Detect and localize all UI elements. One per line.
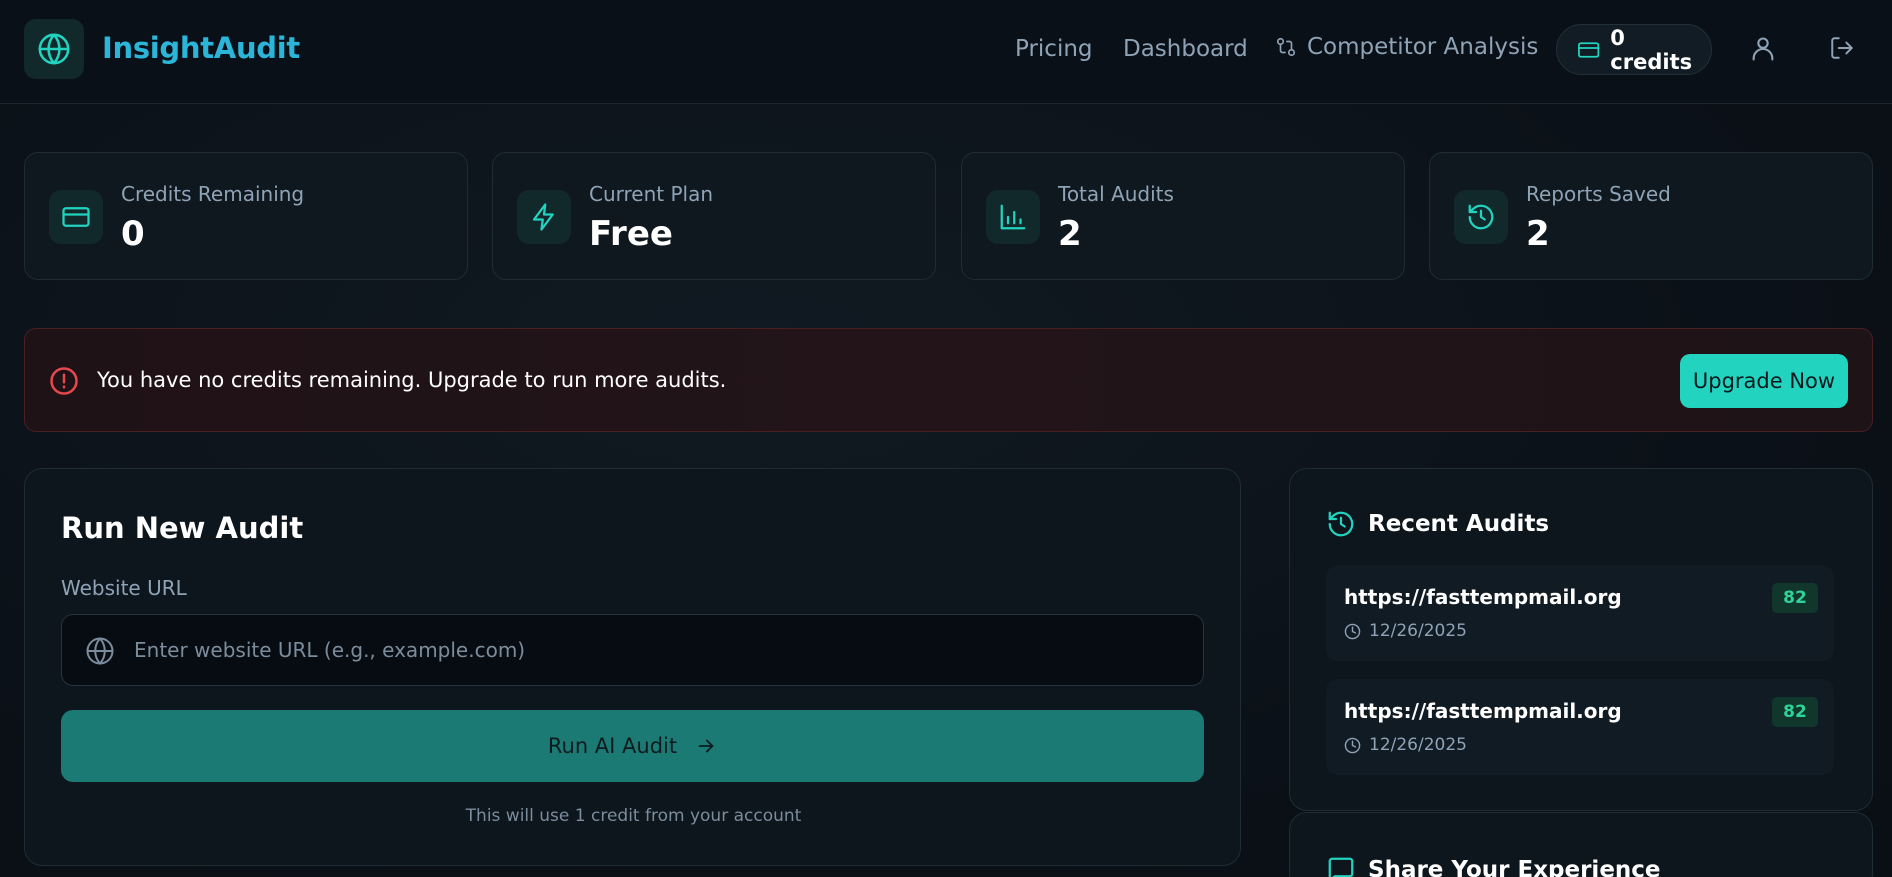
git-compare-icon [1276,37,1296,57]
nav-competitor-analysis-label: Competitor Analysis [1307,34,1539,60]
upgrade-now-button[interactable]: Upgrade Now [1680,354,1848,408]
nav-dashboard-link[interactable]: Dashboard [1123,36,1248,62]
credits-pill[interactable]: 0 credits [1556,24,1712,75]
logout-icon [1831,37,1853,59]
alert-circle-icon [50,367,78,395]
share-experience-panel: Share Your Experience [1289,812,1873,877]
website-url-input[interactable] [134,615,1194,685]
stat-value: 2 [1526,214,1550,254]
stat-label: Current Plan [589,182,714,206]
stat-value: 2 [1058,214,1082,254]
url-input-wrapper [61,614,1204,686]
audit-date: 12/26/2025 [1369,621,1467,641]
audit-url: https://fasttempmail.org [1344,699,1622,723]
run-audit-panel: Run New Audit Website URL Run AI Audit T… [24,468,1241,866]
nav-pricing-link[interactable]: Pricing [1015,36,1093,62]
credits-count: 0 credits [1610,25,1693,74]
website-url-label: Website URL [61,576,187,600]
message-square-icon [1328,857,1354,877]
stat-label: Reports Saved [1526,182,1671,206]
globe-icon [38,33,70,65]
logo[interactable] [24,19,84,79]
recent-audits-panel: Recent Audits https://fasttempmail.org 1… [1289,468,1873,811]
clock-icon [1344,737,1361,753]
credit-card-icon [62,207,90,227]
stat-card-total-audits: Total Audits 2 [961,152,1405,280]
credit-usage-note: This will use 1 credit from your account [465,806,802,826]
recent-audits-title: Recent Audits [1368,511,1550,537]
recent-audits-header: Recent Audits [1326,509,1549,539]
share-experience-header: Share Your Experience [1326,855,1661,877]
recent-audit-item[interactable]: https://fasttempmail.org 12/26/2025 82 [1326,565,1834,661]
stat-label: Total Audits [1058,182,1174,206]
nav-competitor-analysis-link[interactable]: Competitor Analysis [1275,34,1538,60]
stat-icon-box [49,190,103,244]
no-credits-alert: You have no credits remaining. Upgrade t… [24,328,1873,432]
audit-url: https://fasttempmail.org [1344,585,1622,609]
stat-icon-box [517,190,571,244]
recent-audit-item[interactable]: https://fasttempmail.org 12/26/2025 82 [1326,679,1834,775]
user-icon [1752,37,1774,61]
stat-icon-box [986,190,1040,244]
stat-icon-box [1454,190,1508,244]
globe-icon [86,637,114,665]
logout-button[interactable] [1829,34,1855,66]
history-icon [1328,511,1354,537]
stat-card-credits: Credits Remaining 0 [24,152,468,280]
arrow-right-icon [698,739,714,753]
credit-card-icon [1578,41,1600,58]
lightning-icon [532,203,554,231]
stat-value: 0 [121,214,145,254]
stat-label: Credits Remaining [121,182,305,206]
stat-card-reports-saved: Reports Saved 2 [1429,152,1873,280]
audit-date-row: 12/26/2025 [1344,735,1467,755]
run-ai-audit-label: Run AI Audit [547,734,678,758]
history-icon [1468,204,1494,230]
run-ai-audit-button[interactable]: Run AI Audit [61,710,1204,782]
alert-message: You have no credits remaining. Upgrade t… [97,368,727,392]
top-header: InsightAudit Pricing Dashboard Competito… [0,0,1892,104]
user-profile-button[interactable] [1749,34,1777,68]
audit-date: 12/26/2025 [1369,735,1467,755]
score-badge: 82 [1772,697,1818,727]
brand-name[interactable]: InsightAudit [102,31,300,65]
stat-card-plan: Current Plan Free [492,152,936,280]
share-experience-title: Share Your Experience [1368,857,1661,877]
bar-chart-icon [1000,204,1026,230]
panel-title: Run New Audit [61,511,304,545]
audit-date-row: 12/26/2025 [1344,621,1467,641]
stat-value: Free [589,214,673,254]
score-badge: 82 [1772,583,1818,613]
clock-icon [1344,623,1361,639]
